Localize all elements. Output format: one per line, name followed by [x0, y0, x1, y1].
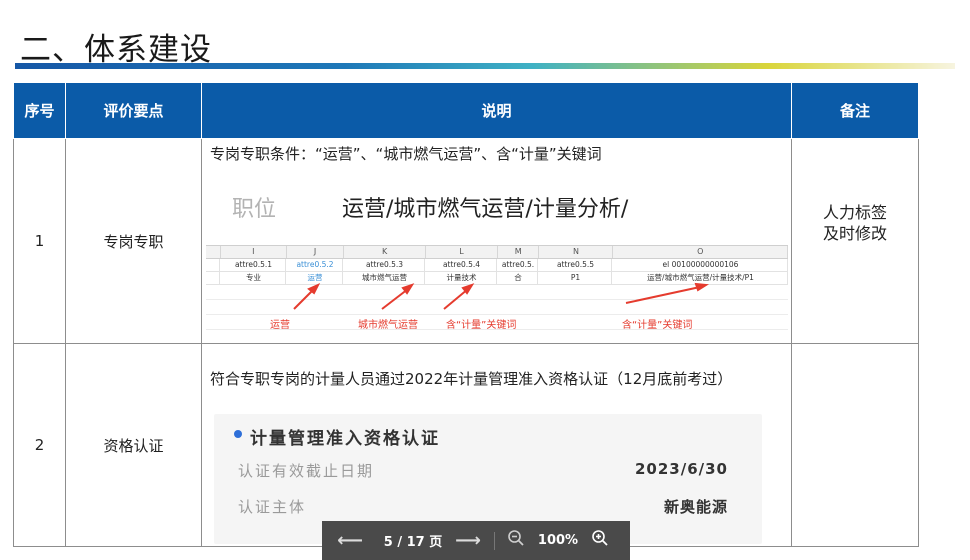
annotation-label: 城市燃气运营: [358, 320, 418, 331]
bullet-icon: [234, 430, 242, 438]
pdf-pager-toolbar: ⟵ 5 / 17 页 ⟶ 100%: [322, 521, 630, 560]
annotation-label: 运营: [270, 320, 290, 331]
toolbar-divider: [494, 531, 495, 550]
header-number: 序号: [13, 82, 66, 139]
page-indicator: 5 / 17 页: [383, 535, 443, 550]
row-number: 2: [13, 343, 66, 547]
remark-cell: [791, 343, 919, 547]
table-row: 1 专岗专职 专岗专职条件：“运营”、“城市燃气运营”、含“计量”关键词 职位 …: [13, 138, 919, 344]
expiry-label: 认证有效截止日期: [238, 462, 375, 480]
zoom-in-icon[interactable]: [585, 529, 615, 552]
zoom-out-icon[interactable]: [501, 529, 531, 552]
position-value: 运营/城市燃气运营/计量分析/: [342, 197, 629, 222]
header-remark: 备注: [791, 82, 919, 139]
position-display: 职位 运营/城市燃气运营/计量分析/: [232, 191, 628, 223]
description-text: 符合专职专岗的计量人员通过2022年计量管理准入资格认证（12月底前考过）: [210, 370, 733, 388]
evaluation-point: 专岗专职: [65, 138, 202, 344]
header-description: 说明: [201, 82, 792, 139]
description-text: 专岗专职条件：“运营”、“城市燃气运营”、含“计量”关键词: [210, 145, 602, 163]
annotation-label: 含“计量”关键词: [622, 320, 693, 331]
certification-title: 计量管理准入资格认证: [250, 429, 440, 449]
expiry-value: 2023/6/30: [634, 460, 728, 478]
arrow-left-icon[interactable]: ⟵: [322, 530, 378, 551]
remark-cell: 人力标签及时修改: [791, 138, 919, 344]
row-number: 1: [13, 138, 66, 344]
subject-label: 认证主体: [238, 498, 307, 516]
subject-value: 新奥能源: [663, 498, 728, 516]
position-label: 职位: [232, 197, 277, 222]
evaluation-point: 资格认证: [65, 343, 202, 547]
evaluation-table: 序号 评价要点 说明 备注 1 专岗专职 专岗专职条件：“运营”、“城市燃气运营…: [13, 82, 919, 547]
spreadsheet-snippet: I J K L M N O attre0.5.1 attre0.5.2 attr…: [206, 245, 789, 337]
description-cell: 符合专职专岗的计量人员通过2022年计量管理准入资格认证（12月底前考过） 计量…: [201, 343, 792, 547]
description-cell: 专岗专职条件：“运营”、“城市燃气运营”、含“计量”关键词 职位 运营/城市燃气…: [201, 138, 792, 344]
zoom-level: 100%: [537, 533, 579, 548]
header-point: 评价要点: [65, 82, 202, 139]
table-row: 2 资格认证 符合专职专岗的计量人员通过2022年计量管理准入资格认证（12月底…: [13, 343, 919, 547]
annotation-label: 含“计量”关键词: [446, 320, 517, 331]
remark-text: 人力标签及时修改: [822, 203, 887, 243]
title-underline: [15, 63, 955, 69]
arrow-right-icon[interactable]: ⟶: [448, 530, 488, 551]
table-header-row: 序号 评价要点 说明 备注: [13, 82, 919, 139]
